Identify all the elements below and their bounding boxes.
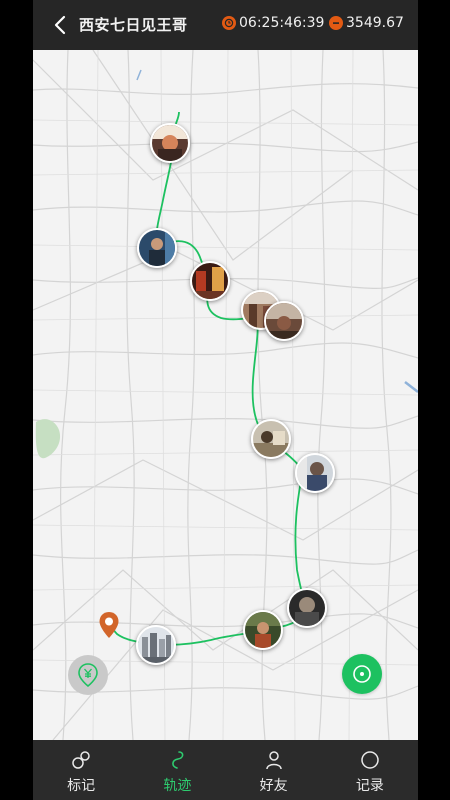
tab-record[interactable]: 记录 bbox=[322, 740, 418, 800]
photo-marker[interactable] bbox=[190, 261, 230, 301]
tab-label: 标记 bbox=[67, 778, 96, 794]
record-icon bbox=[361, 751, 379, 769]
tab-friends[interactable]: 好友 bbox=[226, 740, 322, 800]
tab-label: 好友 bbox=[259, 778, 288, 794]
tab-track[interactable]: 轨迹 bbox=[129, 740, 225, 800]
locate-me-button[interactable] bbox=[342, 654, 382, 694]
distance-icon bbox=[329, 16, 343, 30]
start-pin-icon[interactable] bbox=[98, 611, 120, 639]
distance-stat: 3549.67 bbox=[329, 15, 404, 31]
trip-title: 西安七日见王哥 bbox=[79, 16, 188, 34]
photo-marker[interactable] bbox=[287, 588, 327, 628]
friends-icon bbox=[265, 751, 282, 770]
markers-icon bbox=[72, 751, 90, 769]
photo-marker[interactable] bbox=[150, 123, 190, 163]
photo-marker[interactable] bbox=[264, 301, 304, 341]
yuan-location-button[interactable] bbox=[68, 655, 108, 695]
photo-marker[interactable] bbox=[295, 453, 335, 493]
clock-icon bbox=[222, 16, 236, 30]
photo-marker[interactable] bbox=[136, 625, 176, 665]
photo-marker[interactable] bbox=[251, 419, 291, 459]
map-canvas[interactable] bbox=[33, 50, 418, 740]
duration-value: 06:25:46:39 bbox=[239, 15, 325, 31]
back-arrow-icon[interactable] bbox=[49, 13, 73, 37]
track-icon bbox=[172, 751, 184, 769]
tab-label: 轨迹 bbox=[163, 778, 192, 794]
bottom-tab-bar: 标记 轨迹 好友 记录 bbox=[33, 740, 418, 800]
app-frame: 西安七日见王哥 06:25:46:39 3549.67 标记 轨迹 好友 记录 bbox=[33, 0, 418, 800]
tab-markers[interactable]: 标记 bbox=[33, 740, 129, 800]
top-bar: 西安七日见王哥 06:25:46:39 3549.67 bbox=[33, 0, 418, 50]
duration-stat: 06:25:46:39 bbox=[222, 15, 324, 31]
tab-label: 记录 bbox=[355, 778, 384, 794]
target-icon bbox=[353, 665, 371, 683]
photo-marker[interactable] bbox=[243, 610, 283, 650]
yuan-pin-icon bbox=[78, 663, 98, 687]
distance-value: 3549.67 bbox=[346, 15, 404, 31]
photo-marker[interactable] bbox=[137, 228, 177, 268]
